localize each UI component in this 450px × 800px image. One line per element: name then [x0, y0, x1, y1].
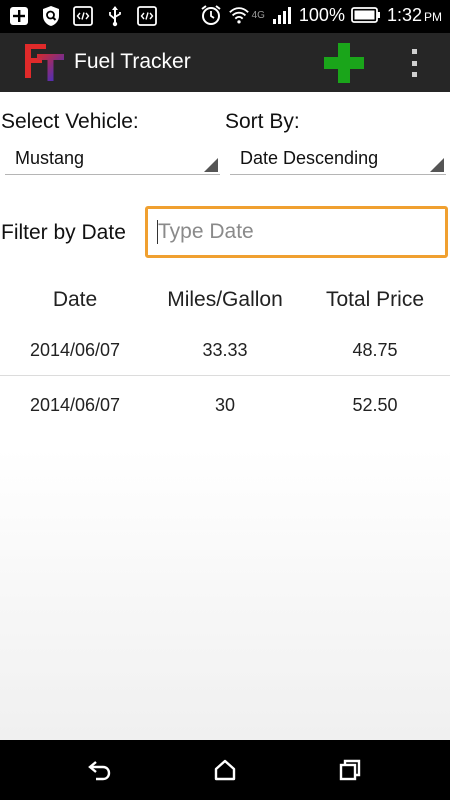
- add-box-icon: [8, 5, 30, 27]
- add-entry-button[interactable]: [322, 41, 366, 85]
- navigation-bar: [0, 740, 450, 800]
- status-bar: 4G 100% 1:32 PM: [0, 0, 450, 33]
- sort-spinner[interactable]: Date Descending: [230, 144, 446, 175]
- row-price: 52.50: [352, 395, 398, 415]
- overflow-menu-button[interactable]: [404, 47, 424, 79]
- back-button[interactable]: [80, 753, 120, 787]
- recents-icon: [339, 759, 361, 781]
- plus-icon: [324, 43, 364, 83]
- shield-search-icon: [40, 5, 62, 27]
- system-icons: 4G 100% 1:32 PM: [200, 4, 442, 26]
- dropdown-arrow-icon: [430, 158, 444, 172]
- sort-spinner-value: Date Descending: [240, 148, 379, 168]
- vehicle-spinner[interactable]: Mustang: [5, 144, 220, 175]
- code-icon: [72, 5, 94, 27]
- clock-ampm: PM: [424, 9, 442, 24]
- clock-time: 1:32: [386, 4, 422, 25]
- overflow-dot-icon: [411, 72, 417, 77]
- battery-icon: [351, 4, 381, 26]
- recents-button[interactable]: [330, 753, 370, 787]
- vehicle-label: Select Vehicle:: [1, 110, 139, 133]
- row-divider: [0, 375, 450, 376]
- clock: 1:32 PM: [387, 5, 442, 26]
- network-type-label: 4G: [251, 9, 265, 21]
- row-mpg: 33.33: [202, 340, 248, 360]
- wifi-icon: [228, 4, 250, 26]
- row-date: 2014/06/07: [29, 340, 121, 360]
- row-date: 2014/06/07: [29, 395, 121, 415]
- usb-icon: [104, 5, 126, 27]
- date-filter-label: Filter by Date: [1, 221, 126, 244]
- app-logo: [22, 42, 66, 82]
- column-header-mpg: Miles/Gallon: [167, 288, 283, 311]
- row-price: 48.75: [352, 340, 398, 360]
- signal-icon: [271, 4, 293, 26]
- home-icon: [214, 759, 236, 781]
- vehicle-spinner-value: Mustang: [15, 148, 85, 168]
- action-bar: Fuel Tracker: [0, 33, 450, 92]
- back-icon: [88, 761, 111, 781]
- date-filter-input[interactable]: [145, 206, 448, 258]
- home-button[interactable]: [205, 753, 245, 787]
- notification-icons: [8, 5, 158, 27]
- overflow-dot-icon: [411, 49, 417, 54]
- column-header-date: Date: [52, 288, 98, 311]
- text-cursor: [157, 220, 158, 244]
- main-content: Select Vehicle: Sort By: Mustang Date De…: [0, 92, 450, 740]
- alarm-icon: [200, 4, 222, 26]
- row-mpg: 30: [214, 395, 236, 415]
- overflow-dot-icon: [411, 60, 417, 66]
- column-header-price: Total Price: [325, 288, 425, 311]
- dropdown-arrow-icon: [204, 158, 218, 172]
- code-icon: [136, 5, 158, 27]
- app-title: Fuel Tracker: [74, 50, 191, 73]
- battery-percent: 100%: [298, 4, 345, 25]
- sort-label: Sort By:: [225, 110, 300, 133]
